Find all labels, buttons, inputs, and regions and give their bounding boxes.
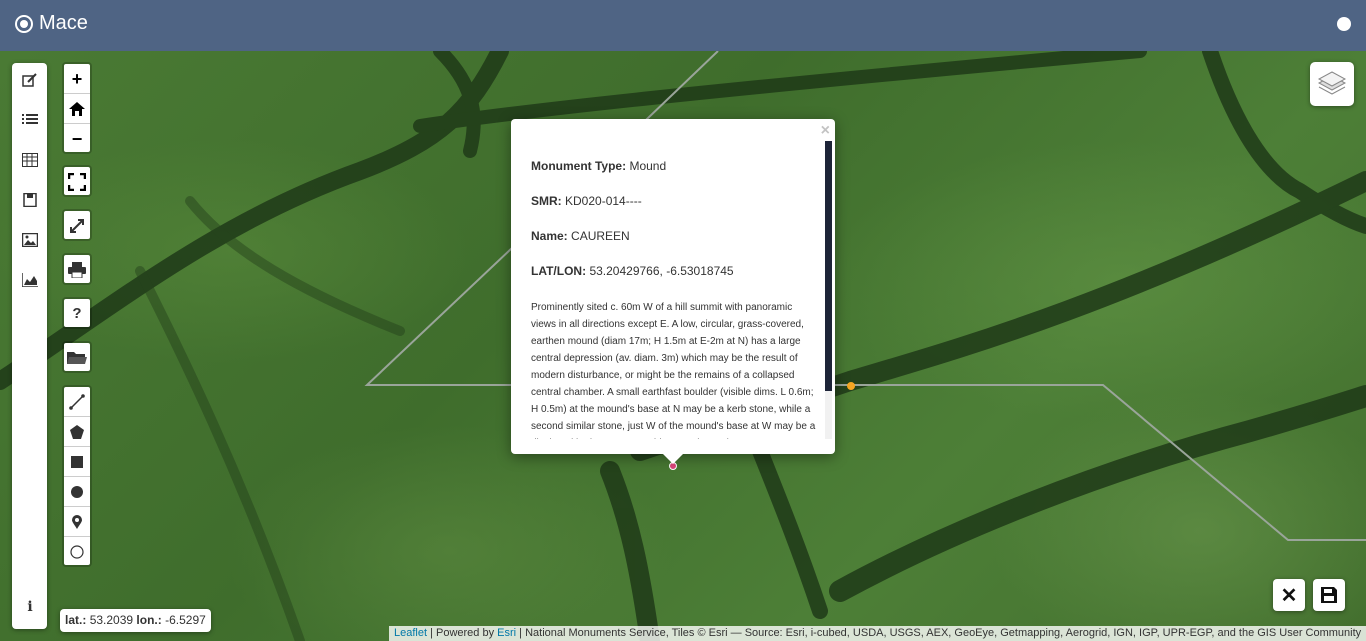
expand-icon	[70, 219, 84, 233]
rectangle-icon	[71, 455, 83, 468]
close-icon: ✕	[1280, 584, 1298, 607]
popup-close-button[interactable]: ×	[821, 122, 830, 140]
folder-icon	[67, 352, 87, 364]
table-icon[interactable]	[22, 153, 38, 167]
help-button[interactable]: ?	[64, 299, 90, 329]
attribution-sep: | Powered by	[427, 627, 498, 639]
circle-icon	[71, 485, 83, 498]
lon-label: lon.:	[136, 613, 162, 627]
layers-icon	[1317, 71, 1347, 95]
navbar: Mace	[0, 0, 1366, 51]
zoom-home-button[interactable]	[64, 94, 90, 124]
print-icon	[68, 262, 86, 278]
cancel-button[interactable]: ✕	[1273, 579, 1305, 611]
name-row: Name: CAUREEN	[531, 229, 816, 243]
draw-rectangle-button[interactable]	[64, 447, 90, 477]
app-title: Mace	[39, 12, 88, 34]
save-button[interactable]	[1313, 579, 1345, 611]
esri-link[interactable]: Esri	[497, 627, 516, 639]
app-brand[interactable]: Mace	[15, 12, 88, 35]
monument-description: Prominently sited c. 60m W of a hill sum…	[531, 302, 816, 439]
latlon-label: LAT/LON:	[531, 264, 587, 278]
monument-popup: × Monument Type: Mound SMR: KD020-014---…	[511, 119, 835, 454]
draw-toolbar	[62, 385, 92, 567]
marker-icon	[72, 514, 82, 529]
popup-tip	[662, 453, 684, 464]
name-value: CAUREEN	[571, 229, 630, 243]
smr-label: SMR:	[531, 194, 562, 208]
smr-value: KD020-014----	[565, 194, 642, 208]
save-icon	[1321, 587, 1337, 603]
help-control[interactable]: ?	[62, 297, 92, 329]
left-sidebar: i	[12, 63, 47, 629]
cursor-coordinates: lat.: 53.2039 lon.: -6.5297	[60, 609, 211, 632]
smr-row: SMR: KD020-014----	[531, 194, 816, 208]
map-attribution: Leaflet | Powered by Esri | National Mon…	[389, 626, 1366, 641]
draw-polygon-button[interactable]	[64, 417, 90, 447]
save-icon[interactable]	[22, 192, 38, 208]
zoom-control: + −	[62, 62, 92, 154]
github-icon[interactable]	[1337, 17, 1351, 31]
home-icon	[69, 101, 85, 116]
list-icon[interactable]	[22, 113, 38, 127]
lat-value: 53.2039	[89, 613, 134, 627]
layers-control[interactable]	[1310, 62, 1354, 106]
circle-marker-icon	[70, 545, 84, 559]
fullscreen-icon	[68, 173, 86, 191]
draw-polyline-button[interactable]	[64, 387, 90, 417]
open-file-control[interactable]	[62, 341, 92, 373]
latlon-value: 53.20429766, -6.53018745	[589, 264, 734, 278]
image-icon[interactable]	[21, 232, 39, 248]
lon-value: -6.5297	[165, 613, 206, 627]
info-icon[interactable]: i	[22, 600, 38, 614]
print-control[interactable]	[62, 253, 92, 285]
leaflet-link[interactable]: Leaflet	[394, 627, 427, 639]
monument-type-row: Monument Type: Mound	[531, 159, 816, 173]
polygon-icon	[70, 424, 84, 439]
monument-type-value: Mound	[629, 159, 667, 173]
area-chart-icon[interactable]	[21, 273, 38, 288]
edit-icon[interactable]	[22, 73, 38, 87]
zoom-in-button[interactable]: +	[64, 64, 90, 94]
vertex-marker-orange[interactable]	[847, 382, 855, 390]
brand-logo-icon	[15, 14, 33, 33]
zoom-out-button[interactable]: −	[64, 124, 90, 154]
draw-circle-button[interactable]	[64, 477, 90, 507]
attribution-text: | National Monuments Service, Tiles © Es…	[516, 627, 1362, 639]
expand-control[interactable]	[62, 209, 92, 241]
draw-marker-button[interactable]	[64, 507, 90, 537]
popup-content: Monument Type: Mound SMR: KD020-014---- …	[531, 159, 816, 439]
latlon-row: LAT/LON: 53.20429766, -6.53018745	[531, 264, 816, 278]
name-label: Name:	[531, 229, 568, 243]
fullscreen-control[interactable]	[62, 165, 92, 197]
polyline-icon	[69, 393, 85, 410]
popup-scrollbar-thumb[interactable]	[825, 141, 832, 391]
monument-type-label: Monument Type:	[531, 159, 627, 173]
lat-label: lat.:	[65, 613, 87, 627]
draw-circle-marker-button[interactable]	[64, 537, 90, 567]
